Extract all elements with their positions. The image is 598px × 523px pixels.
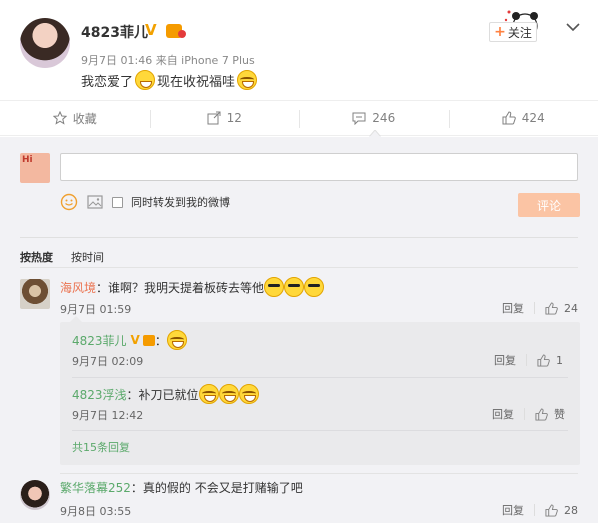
repost-button[interactable]: 12: [149, 101, 300, 135]
laugh-emoji-icon: [238, 384, 259, 404]
action-bar: 收藏 12 246 424: [0, 100, 598, 136]
sort-by-time-tab[interactable]: 按时间: [71, 249, 104, 265]
image-upload-icon[interactable]: [86, 193, 104, 211]
repost-count: 12: [226, 111, 242, 125]
commenter-avatar[interactable]: [20, 480, 50, 510]
vip-icon: [142, 334, 155, 346]
reply-actions: 回复 1: [494, 352, 563, 368]
comment-icon: [352, 112, 366, 125]
comment-text: 繁华落幕252 ：真的假的 不会又是打赌输了吧: [60, 479, 303, 496]
sort-tabs: 按热度 按时间: [20, 249, 104, 265]
star-icon: [52, 111, 67, 125]
verified-icon: V: [145, 21, 157, 39]
reply-button[interactable]: 回复: [494, 352, 516, 368]
comment-date: 9月7日 01:59: [60, 303, 132, 316]
comment-caret: [369, 130, 381, 137]
sunglasses-emoji-icon: [284, 277, 305, 297]
comment-tools: 同时转发到我的微博: [60, 193, 230, 211]
plus-icon: +: [494, 24, 506, 40]
divider: [60, 473, 578, 474]
share-icon: [207, 111, 221, 125]
laugh-emoji-icon: [166, 330, 187, 350]
reply-text: 4823浮浅 ：补刀已就位: [72, 384, 259, 404]
replier-name[interactable]: 4823菲儿: [72, 332, 127, 349]
comment-actions: 回复 28: [502, 502, 578, 518]
reply-body: ：补刀已就位: [126, 387, 199, 402]
comment-input[interactable]: [60, 153, 578, 181]
sunglasses-emoji-icon: [264, 277, 285, 297]
favorite-label: 收藏: [72, 111, 97, 126]
comment-count: 246: [372, 111, 396, 125]
verified-icon: V: [130, 333, 140, 347]
author-avatar[interactable]: [20, 18, 70, 68]
emoji-picker-icon[interactable]: [60, 193, 78, 211]
follow-label: 关注: [507, 25, 532, 40]
reply-text: 4823菲儿 V ：: [72, 330, 187, 350]
follow-button[interactable]: + 关注: [489, 22, 537, 42]
forward-checkbox[interactable]: [112, 196, 123, 208]
chevron-down-icon[interactable]: [564, 18, 582, 36]
like-count: 24: [564, 301, 578, 315]
sunglasses-emoji-icon: [304, 277, 325, 297]
reply-date: 9月7日 02:09: [72, 355, 144, 368]
post-header: 4823菲儿 V 9月7日 01:46 来自 iPhone 7 Plus 我恋爱…: [0, 0, 598, 100]
divider: [72, 430, 568, 431]
comment-actions: 回复 24: [502, 300, 578, 316]
commenter-name[interactable]: 海风境: [60, 279, 96, 296]
post-meta: 9月7日 01:46 来自 iPhone 7 Plus: [81, 54, 255, 67]
reply-date: 9月7日 12:42: [72, 409, 144, 422]
like-count: 1: [556, 353, 563, 367]
reply-button[interactable]: 回复: [502, 502, 524, 518]
reply-thread: 4823菲儿 V ： 9月7日 02:09 回复 1 4823浮浅 ：补刀已就位…: [60, 316, 580, 465]
replier-name[interactable]: 4823浮浅: [72, 386, 127, 403]
comment-body: ：真的假的 不会又是打赌输了吧: [130, 481, 303, 495]
like-icon[interactable]: [545, 301, 558, 315]
submit-comment-button[interactable]: 评论: [518, 193, 580, 217]
comment-text: 海风境 ：谁啊？我明天提着板砖去等他: [60, 277, 325, 297]
more-replies-link[interactable]: 共15条回复: [72, 439, 130, 455]
comment-section: 同时转发到我的微博 评论 按热度 按时间 海风境 ：谁啊？我明天提着板砖去等他 …: [0, 137, 598, 523]
grin-emoji-icon: [135, 70, 156, 90]
vip-icon: [166, 24, 186, 38]
like-label: 赞: [554, 408, 565, 421]
like-icon[interactable]: [537, 353, 550, 367]
commenter-avatar[interactable]: [20, 279, 50, 309]
post-text: 我恋爱了 现在收祝福哇: [81, 70, 258, 90]
comment-body: ：谁啊？我明天提着板砖去等他: [96, 280, 265, 295]
like-icon[interactable]: [545, 503, 558, 517]
laugh-emoji-icon: [198, 384, 219, 404]
forward-label: 同时转发到我的微博: [131, 196, 230, 209]
reply-button[interactable]: 回复: [502, 300, 524, 316]
current-user-avatar: [20, 153, 50, 183]
like-icon[interactable]: [535, 407, 548, 421]
sort-by-hot-tab[interactable]: 按热度: [20, 249, 53, 265]
comment-date: 9月8日 03:55: [60, 505, 132, 518]
author-name[interactable]: 4823菲儿: [81, 22, 148, 42]
like-count: 28: [564, 503, 578, 517]
hug-emoji-icon: [237, 70, 258, 90]
laugh-emoji-icon: [218, 384, 239, 404]
reply-button[interactable]: 回复: [492, 406, 514, 422]
reply-body: ：: [154, 333, 167, 348]
like-button[interactable]: 424: [448, 101, 598, 135]
post-text-before: 我恋爱了: [81, 74, 134, 90]
like-icon: [502, 111, 516, 125]
commenter-name[interactable]: 繁华落幕252: [60, 479, 131, 496]
reply-actions: 回复 赞: [492, 406, 565, 422]
divider: [20, 267, 578, 268]
post-text-after: 现在收祝福哇: [157, 74, 236, 90]
like-count: 424: [521, 111, 545, 125]
divider: [72, 377, 568, 378]
divider: [20, 237, 578, 238]
favorite-button[interactable]: 收藏: [0, 101, 150, 135]
